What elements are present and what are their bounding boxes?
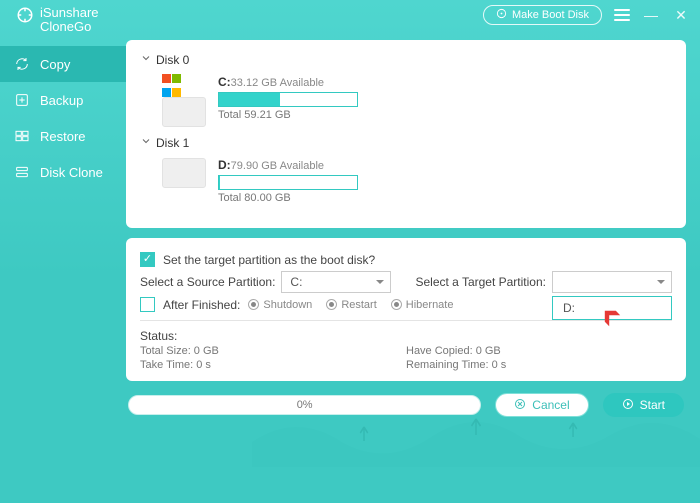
- sidebar-item-copy[interactable]: Copy: [0, 46, 126, 82]
- drive-row-c: C:33.12 GB Available Total 59.21 GB: [140, 71, 672, 133]
- app-brand: iSunshare CloneGo: [16, 6, 99, 33]
- target-partition-label: Select a Target Partition:: [415, 275, 546, 289]
- status-remaining-time: Remaining Time: 0 s: [406, 359, 672, 371]
- sidebar-item-restore[interactable]: Restore: [0, 118, 126, 154]
- drive-icon: [162, 158, 206, 188]
- chevron-down-icon: [140, 52, 152, 67]
- drive-row-d: D:79.90 GB Available Total 80.00 GB: [140, 154, 672, 210]
- drive-total: Total 80.00 GB: [218, 192, 672, 204]
- drive-label: C:33.12 GB Available: [218, 75, 672, 89]
- restore-icon: [14, 128, 30, 144]
- dropdown-option-d[interactable]: D:: [553, 297, 671, 319]
- after-finished-checkbox[interactable]: [140, 297, 155, 312]
- sidebar-item-backup[interactable]: Backup: [0, 82, 126, 118]
- drive-icon: [162, 97, 206, 127]
- after-finished-label: After Finished:: [163, 298, 240, 312]
- status-total-size: Total Size: 0 GB: [140, 345, 406, 357]
- cancel-button[interactable]: Cancel: [495, 393, 588, 417]
- sidebar-item-label: Backup: [40, 93, 83, 108]
- drive-total: Total 59.21 GB: [218, 109, 672, 121]
- sidebar-item-disk-clone[interactable]: Disk Clone: [0, 154, 126, 190]
- usage-bar-d: [218, 175, 358, 190]
- progress-bar: 0%: [128, 395, 481, 415]
- progress-text: 0%: [297, 399, 313, 411]
- boot-disk-label: Set the target partition as the boot dis…: [163, 253, 375, 267]
- status-title: Status:: [140, 329, 672, 343]
- radio-restart[interactable]: Restart: [326, 299, 376, 311]
- disks-panel: Disk 0 C:33.12 GB Available Total 59.21 …: [126, 40, 686, 228]
- target-partition-select[interactable]: [552, 271, 672, 293]
- sidebar-item-label: Restore: [40, 129, 86, 144]
- brand-line2: CloneGo: [40, 20, 99, 34]
- disk-clone-icon: [14, 164, 30, 180]
- status-take-time: Take Time: 0 s: [140, 359, 406, 371]
- play-icon: [622, 398, 634, 413]
- sidebar: Copy Backup Restore Disk Clone: [0, 0, 126, 503]
- backup-icon: [14, 92, 30, 108]
- brand-line1: iSunshare: [40, 6, 99, 20]
- cancel-label: Cancel: [532, 398, 569, 412]
- sidebar-item-label: Copy: [40, 57, 70, 72]
- status-have-copied: Have Copied: 0 GB: [406, 345, 672, 357]
- sidebar-item-label: Disk Clone: [40, 165, 103, 180]
- usage-bar-c: [218, 92, 358, 107]
- cancel-icon: [514, 398, 526, 413]
- settings-panel: Set the target partition as the boot dis…: [126, 238, 686, 381]
- disk-header-0[interactable]: Disk 0: [140, 52, 672, 67]
- start-button[interactable]: Start: [603, 393, 684, 417]
- drive-label: D:79.90 GB Available: [218, 158, 672, 172]
- source-partition-label: Select a Source Partition:: [140, 275, 275, 289]
- boot-disk-checkbox[interactable]: [140, 252, 155, 267]
- start-label: Start: [640, 398, 665, 412]
- disk-header-1[interactable]: Disk 1: [140, 135, 672, 150]
- target-partition-dropdown[interactable]: D:: [552, 296, 672, 320]
- chevron-down-icon: [140, 135, 152, 150]
- disk-header-label: Disk 0: [156, 53, 189, 67]
- source-partition-select[interactable]: C:: [281, 271, 391, 293]
- radio-hibernate[interactable]: Hibernate: [391, 299, 454, 311]
- disk-header-label: Disk 1: [156, 136, 189, 150]
- brand-icon: [16, 6, 34, 27]
- copy-icon: [14, 56, 30, 72]
- footer: 0% Cancel Start: [126, 391, 686, 417]
- radio-shutdown[interactable]: Shutdown: [248, 299, 312, 311]
